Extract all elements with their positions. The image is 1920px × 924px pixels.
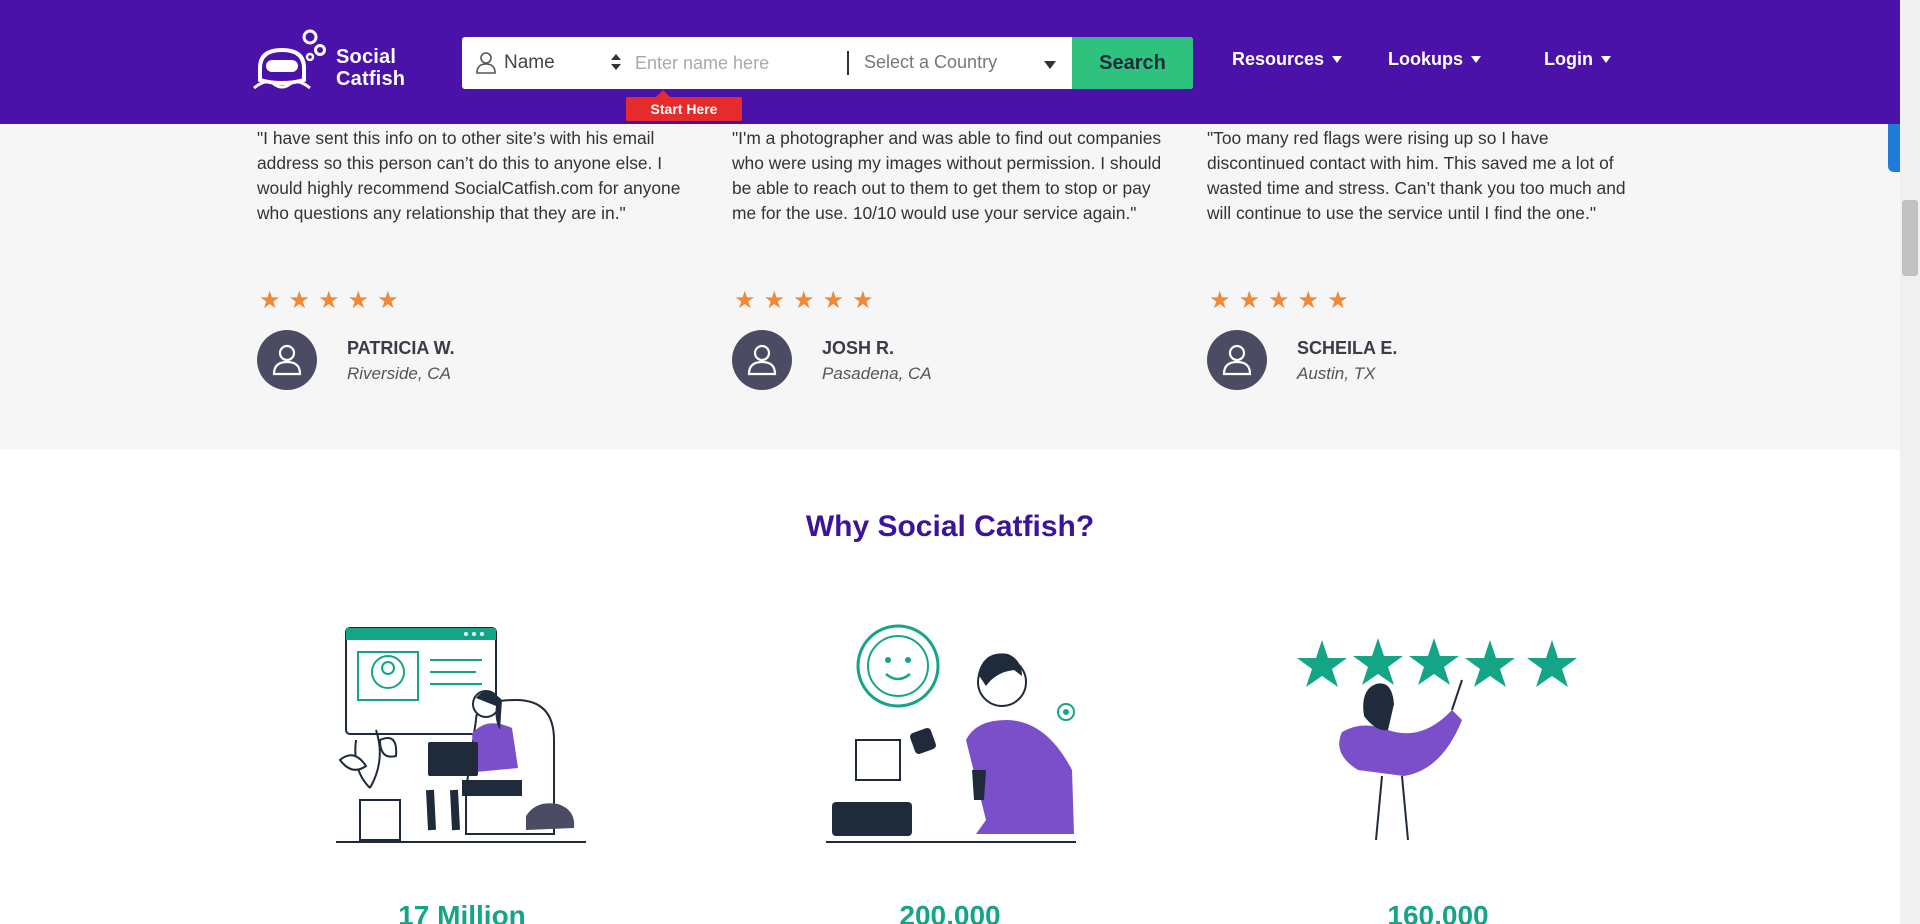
caret-down-icon (1471, 56, 1481, 63)
star-icon: ★ (1209, 286, 1231, 314)
star-icon: ★ (259, 286, 281, 314)
avatar (257, 330, 317, 390)
reviewer-location: Pasadena, CA (822, 364, 932, 383)
testimonial-quote: "I have sent this info on to other site’… (257, 128, 681, 223)
star-rating: ★ ★ ★ ★ ★ (1209, 288, 1349, 312)
reviewer-name: PATRICIA W. (347, 338, 455, 358)
star-icon: ★ (1327, 286, 1349, 314)
logo-line-1: Social (336, 46, 397, 68)
stat-value: 160,000 (1387, 900, 1489, 924)
testimonials-section: "I have sent this info on to other site’… (0, 124, 1900, 450)
nav-login-label: Login (1544, 49, 1593, 69)
nav-resources[interactable]: Resources (1232, 49, 1343, 70)
star-icon: ★ (318, 286, 340, 314)
star-icon: ★ (1268, 286, 1290, 314)
logo-line-2: Catfish (336, 68, 406, 90)
social-catfish-logo[interactable]: Social Catfish (252, 28, 412, 92)
reviewer-name: JOSH R. (822, 338, 895, 358)
person-phone-illustration (826, 624, 1076, 843)
star-icon: ★ (377, 286, 399, 314)
user-icon (1222, 344, 1252, 376)
nav-lookups-label: Lookups (1388, 49, 1463, 69)
star-icon: ★ (852, 286, 874, 314)
star-icon: ★ (1297, 286, 1320, 314)
person-stars-illustration (1297, 638, 1577, 841)
field-divider (847, 51, 849, 75)
caret-down-icon (1332, 56, 1343, 63)
country-select-label: Select a Country (864, 52, 998, 72)
testimonial-quote: "I'm a photographer and was able to find… (732, 128, 1162, 223)
search-type-label: Name (504, 52, 555, 73)
catfish-logo-icon (253, 29, 326, 90)
start-here-tooltip: Start Here (626, 90, 742, 121)
name-input[interactable] (635, 45, 825, 81)
reviewer-location: Austin, TX (1297, 364, 1376, 383)
star-icon: ★ (793, 286, 815, 314)
star-rating: ★ ★ ★ ★ ★ (734, 288, 874, 312)
user-icon (272, 344, 302, 376)
person-icon (476, 52, 496, 74)
updown-arrows-icon (611, 54, 621, 70)
nav-login[interactable]: Login (1544, 49, 1611, 70)
search-bar: Name Select a Country Search (462, 37, 1193, 89)
chevron-down-icon (1044, 61, 1056, 69)
testimonial-quote: "Too many red flags were rising up so I … (1207, 128, 1626, 223)
avatar (1207, 330, 1267, 390)
nav-lookups[interactable]: Lookups (1388, 49, 1481, 70)
search-button[interactable]: Search (1072, 37, 1193, 89)
logo-wordmark: Social Catfish (336, 46, 405, 90)
star-icon: ★ (347, 286, 370, 314)
reviewer-name: SCHEILA E. (1297, 338, 1398, 358)
page-scrollbar[interactable] (1900, 0, 1920, 924)
stat-value: 17 Million (398, 900, 526, 924)
star-icon: ★ (763, 286, 786, 314)
star-icon: ★ (288, 286, 311, 314)
why-section-title: Why Social Catfish? (805, 510, 1095, 543)
star-icon: ★ (822, 286, 845, 314)
avatar (732, 330, 792, 390)
user-icon (747, 344, 777, 376)
star-rating: ★ ★ ★ ★ ★ (259, 288, 399, 312)
search-type-select[interactable]: Name (462, 37, 627, 89)
scrollbar-thumb[interactable] (1902, 200, 1918, 276)
star-icon: ★ (734, 286, 756, 314)
star-icon: ★ (1238, 286, 1261, 314)
country-select[interactable]: Select a Country (862, 37, 1072, 89)
nav-resources-label: Resources (1232, 49, 1325, 69)
reviewer-location: Riverside, CA (347, 364, 451, 383)
caret-down-icon (1600, 56, 1611, 63)
site-header: Social Catfish Name Select a Country Sea… (0, 0, 1900, 124)
person-laptop-illustration (336, 627, 586, 843)
stat-value: 200,000 (899, 900, 1001, 924)
